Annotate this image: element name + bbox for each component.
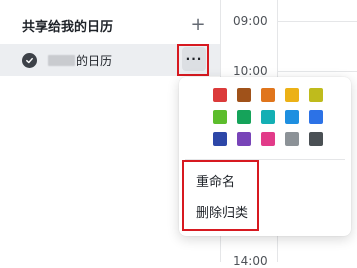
color-swatch[interactable] — [237, 132, 251, 146]
check-circle-icon[interactable] — [22, 52, 37, 68]
color-swatch[interactable] — [309, 110, 323, 124]
color-swatch-grid — [213, 88, 325, 146]
highlight-box-menu-items — [182, 160, 259, 231]
color-swatch[interactable] — [309, 132, 323, 146]
color-swatch[interactable] — [261, 88, 275, 102]
hour-label: 10:00 — [233, 64, 268, 78]
color-swatch[interactable] — [237, 88, 251, 102]
redacted-owner-name — [48, 54, 75, 66]
hour-gridline — [278, 71, 357, 72]
color-swatch[interactable] — [237, 110, 251, 124]
calendar-name: 的日历 — [48, 52, 112, 69]
calendar-name-suffix: 的日历 — [76, 53, 113, 68]
hour-label: 09:00 — [233, 14, 268, 28]
plus-icon[interactable]: + — [189, 16, 207, 34]
section-title: 共享给我的日历 — [22, 19, 114, 35]
color-swatch[interactable] — [261, 132, 275, 146]
color-swatch[interactable] — [213, 110, 227, 124]
shared-calendars-header: 共享给我的日历 + — [22, 14, 207, 36]
highlight-box-more-button — [177, 44, 209, 76]
hour-gridline — [278, 21, 357, 22]
color-swatch[interactable] — [285, 88, 299, 102]
color-swatch[interactable] — [285, 132, 299, 146]
color-swatch[interactable] — [213, 132, 227, 146]
color-swatch[interactable] — [261, 110, 275, 124]
color-swatch[interactable] — [285, 110, 299, 124]
hour-label: 14:00 — [233, 254, 268, 268]
color-swatch[interactable] — [213, 88, 227, 102]
color-swatch[interactable] — [309, 88, 323, 102]
